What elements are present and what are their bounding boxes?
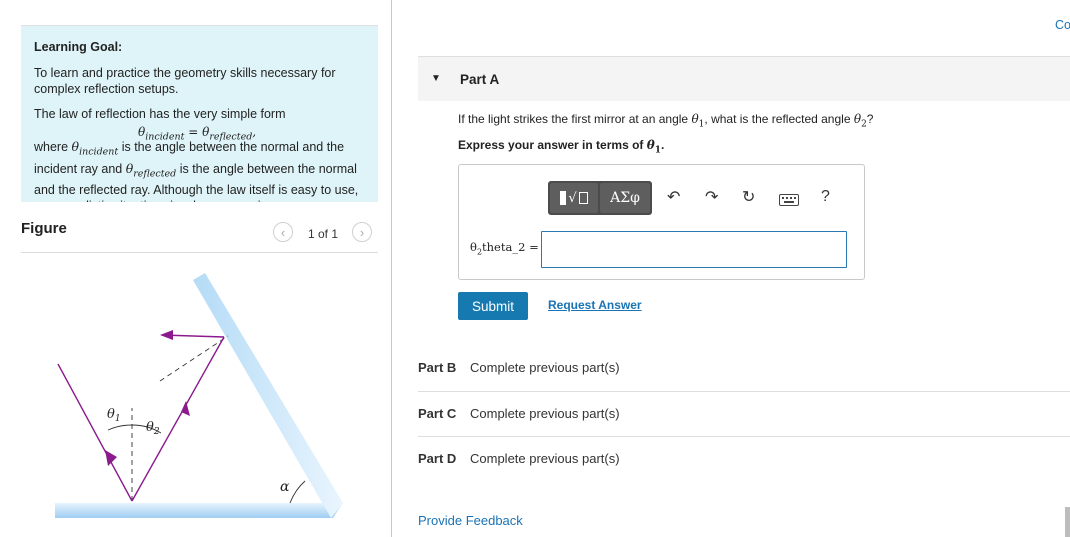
part-a-question: If the light strikes the first mirror at… [458, 112, 873, 129]
expl-theta: θ [71, 139, 80, 154]
part-d-row[interactable]: Part D Complete previous part(s) [418, 436, 1070, 482]
theta1-label-glyph: θ [107, 407, 115, 422]
second-reflected-arrowhead [160, 330, 173, 340]
figure-pager-count: 1 of 1 [308, 227, 339, 241]
reflection-figure: θ1 θ2 α [55, 273, 343, 518]
reflected-arrowhead [181, 401, 190, 416]
part-a-header[interactable]: ▼ Part A [418, 56, 1070, 101]
keyboard-spacebar [784, 201, 794, 203]
answer-instructions: Express your answer in terms of θ1. [458, 138, 664, 155]
formula-equals: = [184, 125, 203, 139]
part-d-status: Complete previous part(s) [470, 451, 620, 466]
law-explanation-text: where θincident is the angle between the… [34, 139, 364, 202]
learning-goal-text: To learn and practice the geometry skill… [34, 66, 336, 96]
template-box-icon [578, 192, 588, 204]
tilted-mirror [193, 273, 343, 518]
keyboard-key [786, 197, 788, 199]
normal-line-2 [159, 335, 229, 382]
figure-header: Figure ‹ 1 of 1 › [21, 214, 378, 253]
answer-label-text: theta_2 = [482, 240, 539, 254]
angle-arc-alpha [289, 480, 306, 504]
incident-ray [57, 363, 133, 502]
part-b-status: Complete previous part(s) [470, 360, 620, 375]
answer-label-theta: θ [470, 240, 477, 254]
law-intro-text: The law of reflection has the very simpl… [34, 107, 286, 121]
reflected-ray [131, 336, 225, 502]
keyboard-key [782, 197, 784, 199]
keyboard-key [790, 197, 792, 199]
templates-button[interactable]: √ [550, 183, 598, 213]
part-c-row[interactable]: Part C Complete previous part(s) [418, 391, 1070, 437]
part-d-label: Part D [418, 451, 457, 466]
scrollbar-thumb[interactable] [1065, 507, 1070, 537]
left-column: Learning Goal: To learn and practice the… [0, 0, 392, 537]
question-mid: , what is the reflected angle [704, 112, 854, 126]
answer-input[interactable] [541, 231, 847, 268]
express-theta1: θ1 [646, 138, 661, 155]
question-theta1-glyph: θ [691, 112, 699, 126]
part-a-title: Part A [460, 72, 500, 87]
submit-button[interactable]: Submit [458, 292, 528, 320]
math-toolbar-group: √ ΑΣφ [548, 181, 652, 215]
figure-next-button[interactable]: › [352, 222, 372, 242]
expl-sub-reflected: reflected [133, 168, 177, 179]
greek-symbols-button[interactable]: ΑΣφ [600, 183, 650, 213]
theta1-label-sub: 1 [115, 414, 121, 424]
keyboard-icon[interactable] [779, 194, 799, 206]
question-theta2: θ2 [853, 112, 867, 129]
help-icon[interactable]: ? [821, 188, 830, 206]
question-end: ? [866, 112, 874, 126]
theta2-label-glyph: θ [146, 420, 154, 435]
incident-arrowhead [105, 450, 117, 466]
alpha-label: α [280, 479, 290, 495]
collapse-caret-icon[interactable]: ▼ [431, 73, 441, 84]
learning-goal-panel: Learning Goal: To learn and practice the… [21, 25, 378, 202]
express-pre: Express your answer in terms of [458, 138, 647, 152]
theta2-label: θ2 [146, 420, 160, 437]
expl-where: where [34, 140, 72, 154]
continue-link[interactable]: Co [1055, 18, 1070, 32]
question-theta2-glyph: θ [853, 112, 862, 126]
reset-icon[interactable]: ↻ [742, 189, 755, 207]
figure-prev-button[interactable]: ‹ [273, 222, 293, 242]
part-b-row[interactable]: Part B Complete previous part(s) [418, 346, 1070, 391]
theta2-label-sub: 2 [153, 427, 160, 437]
column-divider [391, 0, 392, 537]
formula-trail: , [252, 125, 257, 139]
answer-label: θ2theta_2 = [470, 240, 539, 256]
part-c-label: Part C [418, 406, 457, 421]
theta1-label: θ1 [107, 407, 121, 424]
request-answer-link[interactable]: Request Answer [548, 298, 642, 312]
express-end: . [661, 138, 665, 152]
question-theta1: θ1 [691, 112, 704, 129]
expl-sub-incident: incident [79, 146, 119, 158]
question-pre: If the light strikes the first mirror at… [458, 112, 692, 126]
bottom-mirror [55, 503, 343, 518]
angle-arc-theta1 [107, 424, 133, 431]
figure-title: Figure [21, 220, 67, 237]
radical-icon: √ [568, 190, 577, 206]
learning-goal-heading: Learning Goal: [34, 40, 123, 54]
part-b-label: Part B [418, 360, 457, 375]
undo-icon[interactable]: ↶ [667, 189, 680, 207]
template-block-icon [560, 191, 567, 205]
part-c-status: Complete previous part(s) [470, 406, 620, 421]
redo-icon[interactable]: ↷ [705, 189, 718, 207]
keyboard-key [794, 197, 796, 199]
express-theta1-glyph: θ [646, 138, 655, 152]
provide-feedback-link[interactable]: Provide Feedback [418, 513, 523, 528]
answer-editor: √ ΑΣφ ↶ ↷ ↻ ? θ2theta_2 = [458, 164, 865, 280]
